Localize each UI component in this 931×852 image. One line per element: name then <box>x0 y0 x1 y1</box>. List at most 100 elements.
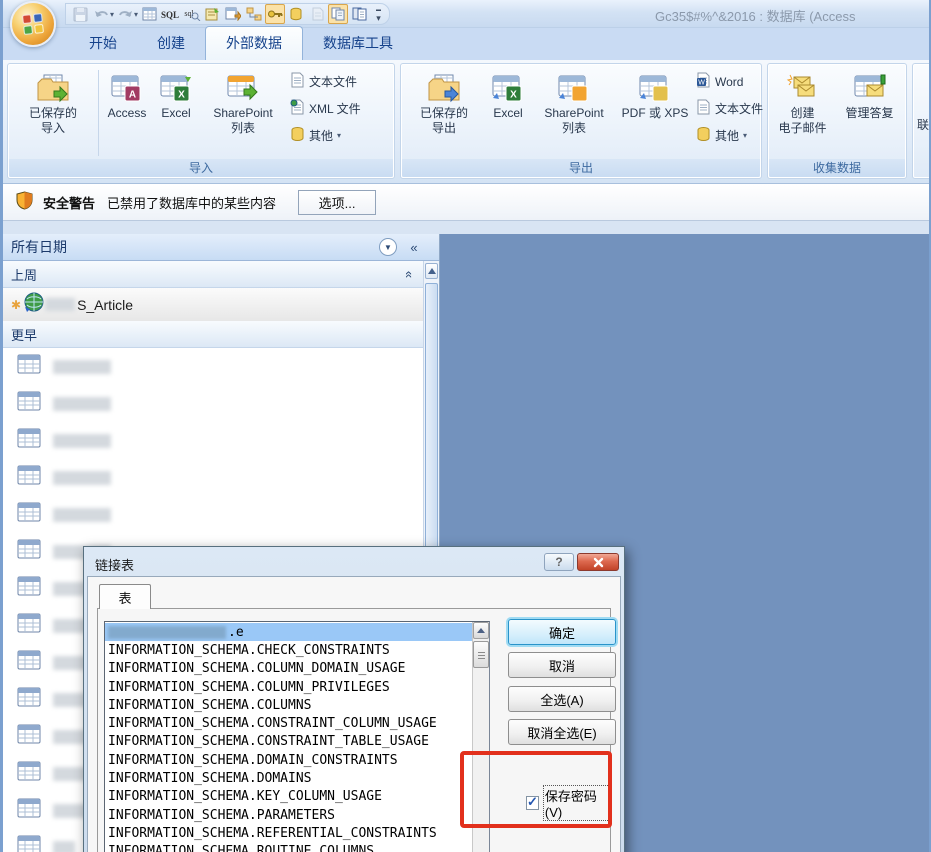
key-icon[interactable] <box>265 4 285 24</box>
tab-开始[interactable]: 开始 <box>69 27 137 60</box>
nav-table-item[interactable] <box>3 422 423 459</box>
relationships-icon[interactable] <box>244 4 264 24</box>
sql-icon[interactable]: SQL <box>160 4 180 24</box>
undo-icon[interactable] <box>91 4 111 24</box>
export-text-file-button[interactable]: 文本文件 <box>693 97 759 120</box>
tab-数据库工具[interactable]: 数据库工具 <box>303 27 413 60</box>
tab-创建[interactable]: 创建 <box>137 27 205 60</box>
export-other-button[interactable]: 其他▾ <box>693 124 759 147</box>
table-list-row[interactable]: INFORMATION_SCHEMA.KEY_COLUMN_USAGE <box>105 788 472 806</box>
table-name: INFORMATION_SCHEMA.ROUTINE_COLUMNS <box>108 844 374 852</box>
nav-item-article[interactable]: ✱ S_Article <box>3 288 423 321</box>
nav-group-older[interactable]: 更早 <box>3 321 423 348</box>
dialog-help-button[interactable]: ? <box>544 553 574 571</box>
ribbon-group-export: 已保存的导出 X Excel SharePoint列表 PDF 或 XPS W <box>400 63 762 179</box>
import-sharepoint-button[interactable]: SharePoint列表 <box>199 66 287 160</box>
cancel-button[interactable]: 取消 <box>508 652 616 678</box>
nav-table-item[interactable] <box>3 496 423 533</box>
documents-icon[interactable] <box>328 4 348 24</box>
nav-table-item[interactable] <box>3 385 423 422</box>
table-list-row[interactable]: INFORMATION_SCHEMA.COLUMN_PRIVILEGES <box>105 678 472 696</box>
save-icon[interactable] <box>70 4 90 24</box>
saved-imports-button[interactable]: 已保存的导入 <box>10 66 96 160</box>
table-list-row[interactable]: INFORMATION_SCHEMA.ROUTINE_COLUMNS <box>105 843 472 852</box>
group-separator <box>98 70 99 156</box>
create-email-icon <box>786 70 820 106</box>
svg-text:A: A <box>129 90 136 101</box>
scroll-up-icon[interactable] <box>473 622 489 639</box>
redo-icon[interactable] <box>115 4 135 24</box>
sharepoint-export-icon <box>557 70 591 106</box>
ribbon-group-import: 已保存的导入 A Access X Excel SharePoint列表 <box>7 63 395 179</box>
checkbox-checked-icon[interactable] <box>526 796 539 810</box>
list-scrollbar[interactable] <box>472 622 489 852</box>
customize-quick-access-icon[interactable] <box>376 6 381 22</box>
tables-listbox[interactable]: .e INFORMATION_SCHEMA.CHECK_CONSTRAINTS IN… <box>104 621 490 852</box>
nav-table-item[interactable] <box>3 459 423 496</box>
export-pdf-xps-button[interactable]: PDF 或 XPS <box>617 66 693 160</box>
group-label-import: 导入 <box>9 159 393 177</box>
nav-group-last-week[interactable]: 上周 « <box>3 261 423 288</box>
table-name: .e <box>228 625 244 640</box>
nav-table-item[interactable] <box>3 348 423 385</box>
tab-外部数据[interactable]: 外部数据 <box>205 26 303 60</box>
dialog-title-bar[interactable]: 链接表 ? <box>87 550 621 576</box>
deselect-all-button[interactable]: 取消全选(E) <box>508 719 616 745</box>
table-list-row[interactable]: INFORMATION_SCHEMA.DOMAINS <box>105 769 472 787</box>
ok-button[interactable]: 确定 <box>508 619 616 645</box>
table-name: INFORMATION_SCHEMA.COLUMNS <box>108 698 312 713</box>
scroll-up-icon[interactable] <box>425 263 438 279</box>
table-name: INFORMATION_SCHEMA.KEY_COLUMN_USAGE <box>108 789 382 804</box>
export-sharepoint-button[interactable]: SharePoint列表 <box>531 66 617 160</box>
close-icon <box>593 557 604 568</box>
chevron-down-icon[interactable]: ▾ <box>110 10 114 19</box>
import-other-button[interactable]: 其他▾ <box>287 124 391 147</box>
ribbon-group-collect-data: 创建电子邮件 管理答复 收集数据 <box>767 63 907 179</box>
properties-icon[interactable] <box>202 4 222 24</box>
table-list-row[interactable]: INFORMATION_SCHEMA.CONSTRAINT_TABLE_USAG… <box>105 733 472 751</box>
copy-icon[interactable] <box>349 4 369 24</box>
table-list-row[interactable]: INFORMATION_SCHEMA.COLUMN_DOMAIN_USAGE <box>105 660 472 678</box>
export-word-button[interactable]: W Word <box>693 70 759 93</box>
datasheet-view-icon[interactable] <box>139 4 159 24</box>
navigation-pane-header[interactable]: 所有日期 ▼ « <box>3 234 439 261</box>
tab-tables[interactable]: 表 <box>99 584 151 609</box>
collapse-group-icon[interactable]: « <box>402 270 417 277</box>
save-password-checkbox[interactable]: 保存密码(V) <box>526 785 610 821</box>
dialog-close-button[interactable] <box>577 553 619 571</box>
table-list-row[interactable]: INFORMATION_SCHEMA.CONSTRAINT_COLUMN_USA… <box>105 714 472 732</box>
nav-scrollbar-thumb[interactable] <box>425 283 438 583</box>
export-excel-button[interactable]: X Excel <box>485 66 531 160</box>
table-list-row[interactable]: INFORMATION_SCHEMA.PARAMETERS <box>105 806 472 824</box>
import-xml-file-button[interactable]: XML 文件 <box>287 97 391 120</box>
security-warning-message: 已禁用了数据库中的某些内容 <box>107 193 276 212</box>
office-button[interactable] <box>10 1 56 47</box>
saved-exports-button[interactable]: 已保存的导出 <box>403 66 485 160</box>
chevron-down-icon[interactable]: ▾ <box>134 10 138 19</box>
table-list-row[interactable]: INFORMATION_SCHEMA.CHECK_CONSTRAINTS <box>105 641 472 659</box>
database-column-icon[interactable] <box>286 4 306 24</box>
database-import-icon[interactable] <box>223 4 243 24</box>
manage-replies-button[interactable]: 管理答复 <box>835 66 904 160</box>
import-excel-button[interactable]: X Excel <box>153 66 199 160</box>
record-icon[interactable] <box>307 4 327 24</box>
table-list-row[interactable]: .e <box>105 623 472 641</box>
workspace: 所有日期 ▼ « 上周 « ✱ S_Article 更早 _Blog <box>3 221 931 852</box>
security-options-button[interactable]: 选项... <box>298 190 376 215</box>
list-scrollbar-thumb[interactable] <box>473 641 489 668</box>
nav-menu-dropdown-icon[interactable]: ▼ <box>379 238 397 256</box>
table-name: INFORMATION_SCHEMA.CHECK_CONSTRAINTS <box>108 643 390 658</box>
table-list-row[interactable]: INFORMATION_SCHEMA.REFERENTIAL_CONSTRAIN… <box>105 824 472 842</box>
text-file-icon <box>290 72 305 91</box>
censored-text <box>53 471 111 485</box>
table-icon <box>17 687 41 712</box>
create-email-button[interactable]: 创建电子邮件 <box>770 66 835 160</box>
sql-view-icon[interactable]: sql <box>181 4 201 24</box>
select-all-button[interactable]: 全选(A) <box>508 686 616 712</box>
table-list-row[interactable]: INFORMATION_SCHEMA.COLUMNS <box>105 696 472 714</box>
clipped-button-label[interactable]: 联 <box>917 116 929 133</box>
import-access-button[interactable]: A Access <box>101 66 153 160</box>
collapse-pane-icon[interactable]: « <box>405 237 423 257</box>
table-list-row[interactable]: INFORMATION_SCHEMA.DOMAIN_CONSTRAINTS <box>105 751 472 769</box>
import-text-file-button[interactable]: 文本文件 <box>287 70 391 93</box>
